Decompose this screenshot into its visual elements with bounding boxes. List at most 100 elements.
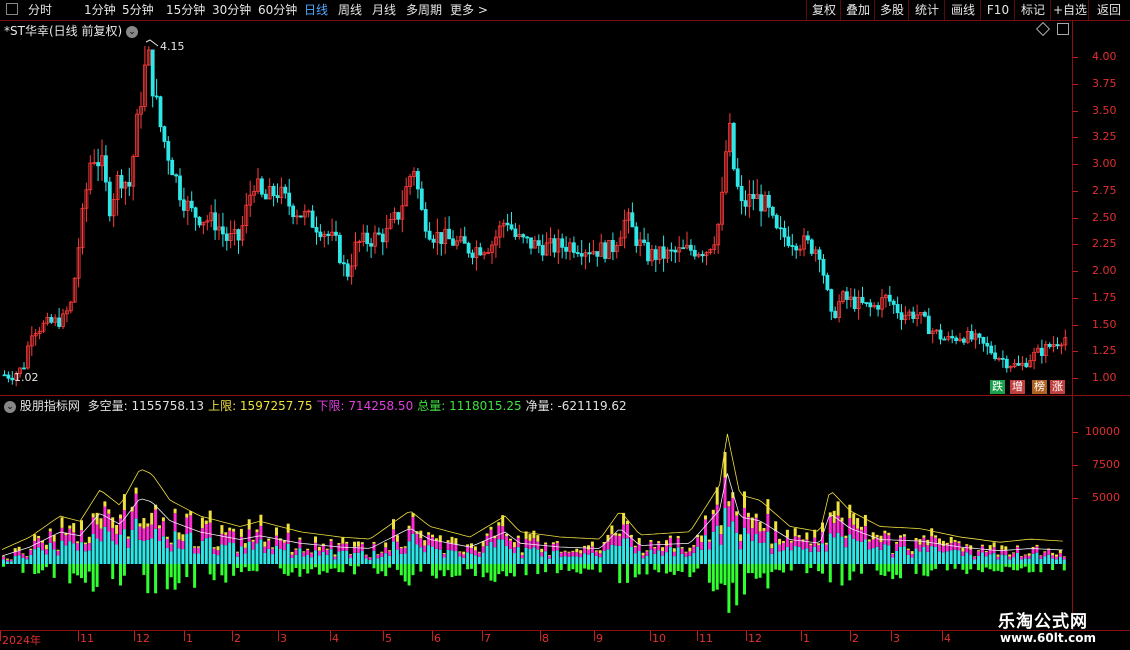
volume-bar xyxy=(661,547,665,551)
volume-bar xyxy=(692,545,696,547)
candle-body xyxy=(778,227,783,230)
volume-bar xyxy=(567,552,571,557)
volume-bar xyxy=(119,534,122,564)
volume-bar xyxy=(263,546,267,553)
candle-body xyxy=(525,236,529,239)
period-tab[interactable]: 多周期 xyxy=(406,2,442,18)
volume-bar xyxy=(286,532,290,544)
price-chart[interactable]: 4.15 1.02 xyxy=(0,20,1072,395)
candle-body xyxy=(587,252,592,255)
period-tab[interactable]: 月线 xyxy=(372,2,396,18)
volume-bar xyxy=(852,513,856,525)
period-tab[interactable]: 15分钟 xyxy=(166,2,205,18)
volume-bar xyxy=(243,543,247,548)
net-volume-bar xyxy=(434,564,438,579)
volume-bar xyxy=(590,552,594,564)
net-volume-bar xyxy=(384,564,388,577)
net-volume-bar xyxy=(407,564,411,586)
toolbar-button[interactable]: 统计 xyxy=(908,0,945,20)
toolbar-button[interactable]: 画线 xyxy=(944,0,981,20)
volume-bar xyxy=(863,539,867,564)
period-tab[interactable]: 5分钟 xyxy=(122,2,154,18)
net-volume-bar xyxy=(1027,564,1031,573)
signal-badge[interactable]: 榜 xyxy=(1032,380,1047,394)
volume-bar xyxy=(938,544,941,552)
volume-bar xyxy=(992,542,996,548)
volume-bar xyxy=(594,555,598,564)
panel-toggle-icon[interactable] xyxy=(6,3,18,15)
volume-bar xyxy=(598,557,602,564)
toolbar-button[interactable]: +自选 xyxy=(1050,0,1089,20)
volume-bar xyxy=(984,552,988,557)
period-tab[interactable]: 日线 xyxy=(304,2,328,18)
volume-bar xyxy=(87,536,91,543)
volume-bar xyxy=(99,518,103,529)
volume-bar xyxy=(1031,548,1035,554)
volume-bar xyxy=(1023,554,1027,556)
net-volume-bar xyxy=(458,564,462,576)
net-volume-bar xyxy=(442,564,446,577)
net-volume-bar xyxy=(934,564,938,569)
volume-bar xyxy=(247,541,251,564)
volume-bar xyxy=(774,531,778,543)
net-volume-bar xyxy=(208,564,212,575)
volume-bar xyxy=(1043,551,1047,553)
net-volume-bar xyxy=(789,564,793,571)
volume-bar xyxy=(395,549,399,564)
volume-bar xyxy=(392,541,395,564)
net-volume-bar xyxy=(72,564,76,574)
candle-body xyxy=(415,171,420,190)
volume-bar xyxy=(1058,553,1062,557)
volume-bar xyxy=(1004,555,1008,564)
toolbar-button[interactable]: 标记 xyxy=(1014,0,1051,20)
period-tab[interactable]: 更多 > xyxy=(450,2,488,18)
net-volume-bar xyxy=(314,564,317,568)
volume-bar xyxy=(668,547,672,564)
toolbar-button[interactable]: 叠加 xyxy=(840,0,875,20)
volume-bar xyxy=(232,543,236,564)
volume-bar xyxy=(571,551,575,557)
date-tick xyxy=(850,631,851,641)
net-volume-bar xyxy=(2,564,5,567)
volume-bar xyxy=(910,557,914,564)
signal-badge[interactable]: 跌 xyxy=(990,380,1005,394)
volume-bar xyxy=(1043,552,1047,557)
volume-bar xyxy=(559,556,563,564)
volume-bar xyxy=(212,548,216,554)
period-tab[interactable]: 1分钟 xyxy=(84,2,116,18)
net-volume-bar xyxy=(711,564,715,592)
volume-bar xyxy=(325,548,329,550)
volume-bar xyxy=(103,501,107,507)
volume-bar xyxy=(122,494,126,511)
net-volume-bar xyxy=(512,564,516,577)
signal-badge[interactable]: 涨 xyxy=(1050,380,1065,394)
volume-bar xyxy=(594,550,598,552)
period-tab[interactable]: 分时 xyxy=(28,2,52,18)
volume-bar xyxy=(567,556,571,564)
volume-bar xyxy=(1008,556,1012,560)
volume-bar xyxy=(1019,559,1023,564)
volume-bar xyxy=(364,554,368,556)
volume-bar xyxy=(458,551,462,553)
date-label: 3 xyxy=(893,632,900,645)
candle-body xyxy=(334,231,338,236)
toolbar-button[interactable]: 多股 xyxy=(874,0,909,20)
volume-bar xyxy=(415,544,419,564)
volume-bar xyxy=(719,534,723,545)
volume-bar xyxy=(130,529,134,564)
axis-tick xyxy=(1073,271,1078,272)
volume-bar xyxy=(275,527,278,536)
volume-bar xyxy=(493,538,497,548)
signal-badge[interactable]: 增 xyxy=(1010,380,1025,394)
period-tab[interactable]: 30分钟 xyxy=(212,2,251,18)
net-volume-bar xyxy=(21,564,25,573)
indicator-chart[interactable] xyxy=(0,396,1072,630)
net-volume-bar xyxy=(325,564,329,573)
volume-bar xyxy=(95,512,99,525)
toolbar-button[interactable]: F10 xyxy=(980,0,1015,20)
toolbar-button[interactable]: 返回 xyxy=(1088,0,1129,20)
volume-bar xyxy=(988,545,992,550)
period-tab[interactable]: 周线 xyxy=(338,2,362,18)
toolbar-button[interactable]: 复权 xyxy=(806,0,841,20)
period-tab[interactable]: 60分钟 xyxy=(258,2,297,18)
